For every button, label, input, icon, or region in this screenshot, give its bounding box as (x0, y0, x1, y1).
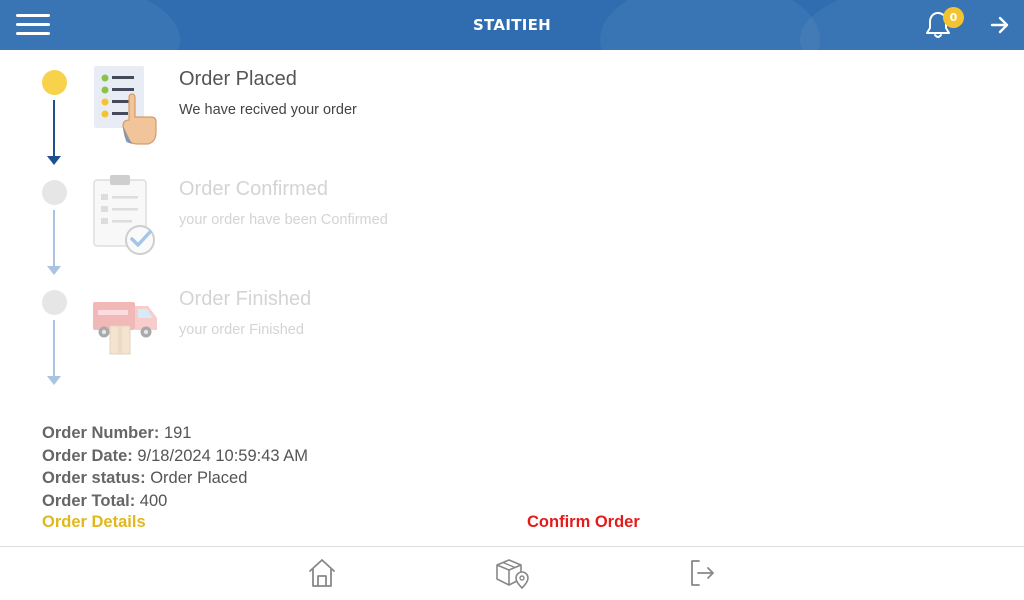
order-number-value: 191 (163, 424, 192, 442)
order-date-row: Order Date: 9/18/2024 10:59:43 AM (42, 445, 308, 468)
order-status-label: Order status: (42, 469, 146, 488)
step-title: Order Placed (179, 68, 297, 90)
order-list-hand-icon (94, 66, 157, 145)
order-date-value: 9/18/2024 10:59:43 AM (137, 446, 309, 465)
order-number-label: Order Number: (42, 424, 160, 442)
step-connector-arrow (47, 376, 61, 385)
order-number-row: Order Number: 191 (42, 422, 308, 445)
step-title: Order Finished (179, 288, 312, 310)
step-indicator-dot (42, 180, 67, 205)
order-status-value: Order Placed (150, 469, 248, 488)
step-order-placed: Order Placed We have recived your order (0, 62, 700, 172)
logout-icon[interactable] (684, 555, 720, 591)
arrow-right-icon[interactable] (988, 13, 1012, 37)
notification-badge: 0 (943, 7, 964, 28)
confirm-order-button[interactable]: Confirm Order (527, 513, 640, 532)
delivery-truck-icon (93, 302, 157, 355)
order-info: Order Number: 191 Order Date: 9/18/2024 … (42, 422, 308, 513)
order-details-link[interactable]: Order Details (42, 513, 146, 532)
step-description: your order have been Confirmed (179, 212, 388, 228)
step-connector-arrow (47, 266, 61, 275)
bottom-nav (0, 546, 1024, 600)
home-icon[interactable] (304, 555, 340, 591)
order-total-label: Order Total: (42, 492, 136, 511)
clipboard-check-icon (93, 175, 155, 255)
step-connector-line (53, 320, 55, 382)
step-title: Order Confirmed (179, 178, 328, 200)
package-location-icon[interactable] (494, 555, 530, 591)
order-status-row: Order status: Order Placed (42, 467, 308, 490)
step-order-finished: Order Finished your order Finished (0, 282, 700, 392)
step-description: your order Finished (179, 322, 304, 338)
order-date-label: Order Date: (42, 446, 133, 465)
step-description: We have recived your order (179, 102, 357, 118)
order-total-value: 400 (139, 492, 168, 511)
step-connector-line (53, 100, 55, 162)
step-indicator-dot (42, 290, 67, 315)
step-connector-arrow (47, 156, 61, 165)
app-title: STAITIEH (472, 16, 552, 34)
step-indicator-dot (42, 70, 67, 95)
step-order-confirmed: Order Confirmed your order have been Con… (0, 172, 700, 282)
step-connector-line (53, 210, 55, 272)
order-total-row: Order Total: 400 (42, 490, 308, 513)
app-header: STAITIEH 0 (0, 0, 1024, 50)
